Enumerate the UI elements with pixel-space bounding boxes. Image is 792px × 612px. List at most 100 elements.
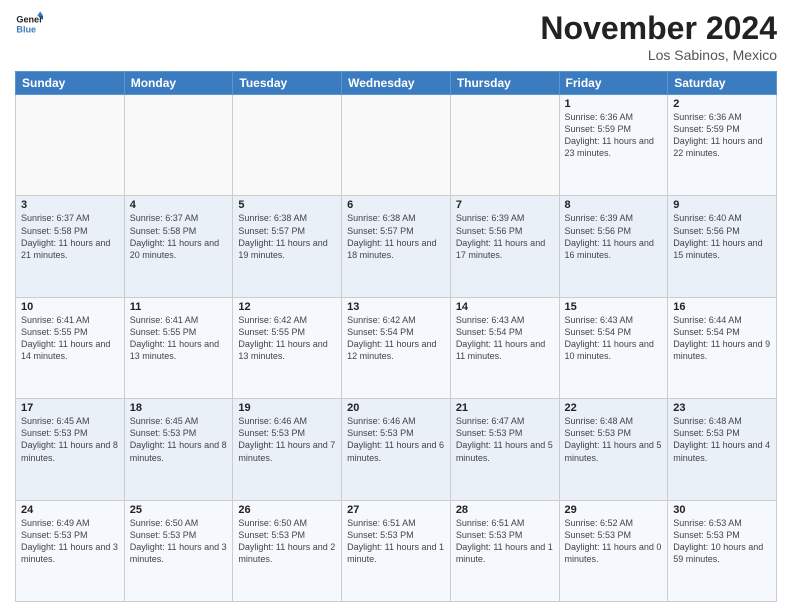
logo: General Blue bbox=[15, 10, 43, 38]
day-number: 20 bbox=[347, 402, 445, 414]
day-info: Sunrise: 6:48 AM Sunset: 5:53 PM Dayligh… bbox=[565, 415, 663, 464]
day-info: Sunrise: 6:45 AM Sunset: 5:53 PM Dayligh… bbox=[130, 415, 228, 464]
day-number: 26 bbox=[238, 504, 336, 516]
day-number: 18 bbox=[130, 402, 228, 414]
day-number: 21 bbox=[456, 402, 554, 414]
calendar-cell-3-5: 22Sunrise: 6:48 AM Sunset: 5:53 PM Dayli… bbox=[559, 399, 668, 500]
title-block: November 2024 Los Sabinos, Mexico bbox=[540, 10, 777, 63]
col-friday: Friday bbox=[559, 72, 668, 95]
svg-text:Blue: Blue bbox=[16, 24, 36, 34]
calendar-cell-4-3: 27Sunrise: 6:51 AM Sunset: 5:53 PM Dayli… bbox=[342, 500, 451, 601]
day-number: 7 bbox=[456, 199, 554, 211]
calendar-cell-3-1: 18Sunrise: 6:45 AM Sunset: 5:53 PM Dayli… bbox=[124, 399, 233, 500]
col-thursday: Thursday bbox=[450, 72, 559, 95]
calendar-cell-4-6: 30Sunrise: 6:53 AM Sunset: 5:53 PM Dayli… bbox=[668, 500, 777, 601]
day-number: 30 bbox=[673, 504, 771, 516]
day-number: 28 bbox=[456, 504, 554, 516]
calendar-cell-1-1: 4Sunrise: 6:37 AM Sunset: 5:58 PM Daylig… bbox=[124, 196, 233, 297]
day-number: 11 bbox=[130, 301, 228, 313]
calendar-cell-3-4: 21Sunrise: 6:47 AM Sunset: 5:53 PM Dayli… bbox=[450, 399, 559, 500]
location: Los Sabinos, Mexico bbox=[540, 47, 777, 63]
day-number: 24 bbox=[21, 504, 119, 516]
calendar-cell-2-5: 15Sunrise: 6:43 AM Sunset: 5:54 PM Dayli… bbox=[559, 297, 668, 398]
day-number: 10 bbox=[21, 301, 119, 313]
day-info: Sunrise: 6:49 AM Sunset: 5:53 PM Dayligh… bbox=[21, 517, 119, 566]
day-info: Sunrise: 6:41 AM Sunset: 5:55 PM Dayligh… bbox=[21, 314, 119, 363]
calendar-cell-3-3: 20Sunrise: 6:46 AM Sunset: 5:53 PM Dayli… bbox=[342, 399, 451, 500]
day-number: 29 bbox=[565, 504, 663, 516]
calendar-cell-2-4: 14Sunrise: 6:43 AM Sunset: 5:54 PM Dayli… bbox=[450, 297, 559, 398]
day-info: Sunrise: 6:52 AM Sunset: 5:53 PM Dayligh… bbox=[565, 517, 663, 566]
calendar-cell-3-0: 17Sunrise: 6:45 AM Sunset: 5:53 PM Dayli… bbox=[16, 399, 125, 500]
calendar-cell-1-0: 3Sunrise: 6:37 AM Sunset: 5:58 PM Daylig… bbox=[16, 196, 125, 297]
calendar-cell-4-0: 24Sunrise: 6:49 AM Sunset: 5:53 PM Dayli… bbox=[16, 500, 125, 601]
day-info: Sunrise: 6:37 AM Sunset: 5:58 PM Dayligh… bbox=[21, 212, 119, 261]
week-row-4: 24Sunrise: 6:49 AM Sunset: 5:53 PM Dayli… bbox=[16, 500, 777, 601]
calendar-header-row: Sunday Monday Tuesday Wednesday Thursday… bbox=[16, 72, 777, 95]
day-number: 13 bbox=[347, 301, 445, 313]
day-info: Sunrise: 6:44 AM Sunset: 5:54 PM Dayligh… bbox=[673, 314, 771, 363]
day-info: Sunrise: 6:37 AM Sunset: 5:58 PM Dayligh… bbox=[130, 212, 228, 261]
header: General Blue November 2024 Los Sabinos, … bbox=[15, 10, 777, 63]
col-wednesday: Wednesday bbox=[342, 72, 451, 95]
day-info: Sunrise: 6:38 AM Sunset: 5:57 PM Dayligh… bbox=[347, 212, 445, 261]
calendar-cell-0-1 bbox=[124, 95, 233, 196]
day-number: 14 bbox=[456, 301, 554, 313]
day-info: Sunrise: 6:51 AM Sunset: 5:53 PM Dayligh… bbox=[347, 517, 445, 566]
day-number: 4 bbox=[130, 199, 228, 211]
calendar-cell-2-0: 10Sunrise: 6:41 AM Sunset: 5:55 PM Dayli… bbox=[16, 297, 125, 398]
calendar-cell-4-2: 26Sunrise: 6:50 AM Sunset: 5:53 PM Dayli… bbox=[233, 500, 342, 601]
day-info: Sunrise: 6:51 AM Sunset: 5:53 PM Dayligh… bbox=[456, 517, 554, 566]
calendar-cell-1-5: 8Sunrise: 6:39 AM Sunset: 5:56 PM Daylig… bbox=[559, 196, 668, 297]
week-row-0: 1 Sunrise: 6:36 AM Sunset: 5:59 PM Daylig… bbox=[16, 95, 777, 196]
month-title: November 2024 bbox=[540, 10, 777, 47]
col-tuesday: Tuesday bbox=[233, 72, 342, 95]
day-info: Sunrise: 6:48 AM Sunset: 5:53 PM Dayligh… bbox=[673, 415, 771, 464]
day-number: 22 bbox=[565, 402, 663, 414]
day-number: 17 bbox=[21, 402, 119, 414]
day-number: 15 bbox=[565, 301, 663, 313]
day-number: 1 bbox=[565, 98, 663, 110]
day-info: Sunrise: 6:42 AM Sunset: 5:54 PM Dayligh… bbox=[347, 314, 445, 363]
day-info: Sunrise: 6:42 AM Sunset: 5:55 PM Dayligh… bbox=[238, 314, 336, 363]
calendar-cell-0-6: 2Sunrise: 6:36 AM Sunset: 5:59 PM Daylig… bbox=[668, 95, 777, 196]
calendar-cell-3-2: 19Sunrise: 6:46 AM Sunset: 5:53 PM Dayli… bbox=[233, 399, 342, 500]
day-info: Sunrise: 6:47 AM Sunset: 5:53 PM Dayligh… bbox=[456, 415, 554, 464]
page: General Blue November 2024 Los Sabinos, … bbox=[0, 0, 792, 612]
day-info: Sunrise: 6:50 AM Sunset: 5:53 PM Dayligh… bbox=[238, 517, 336, 566]
calendar-cell-2-1: 11Sunrise: 6:41 AM Sunset: 5:55 PM Dayli… bbox=[124, 297, 233, 398]
calendar-cell-1-3: 6Sunrise: 6:38 AM Sunset: 5:57 PM Daylig… bbox=[342, 196, 451, 297]
day-info: Sunrise: 6:46 AM Sunset: 5:53 PM Dayligh… bbox=[347, 415, 445, 464]
calendar-cell-1-6: 9Sunrise: 6:40 AM Sunset: 5:56 PM Daylig… bbox=[668, 196, 777, 297]
col-sunday: Sunday bbox=[16, 72, 125, 95]
calendar-cell-0-0 bbox=[16, 95, 125, 196]
col-monday: Monday bbox=[124, 72, 233, 95]
week-row-2: 10Sunrise: 6:41 AM Sunset: 5:55 PM Dayli… bbox=[16, 297, 777, 398]
calendar-cell-1-2: 5Sunrise: 6:38 AM Sunset: 5:57 PM Daylig… bbox=[233, 196, 342, 297]
day-info: Sunrise: 6:43 AM Sunset: 5:54 PM Dayligh… bbox=[565, 314, 663, 363]
day-info: Sunrise: 6:36 AM Sunset: 5:59 PM Dayligh… bbox=[673, 111, 771, 160]
calendar-cell-2-3: 13Sunrise: 6:42 AM Sunset: 5:54 PM Dayli… bbox=[342, 297, 451, 398]
day-info: Sunrise: 6:38 AM Sunset: 5:57 PM Dayligh… bbox=[238, 212, 336, 261]
day-number: 16 bbox=[673, 301, 771, 313]
col-saturday: Saturday bbox=[668, 72, 777, 95]
day-number: 2 bbox=[673, 98, 771, 110]
day-info: Sunrise: 6:41 AM Sunset: 5:55 PM Dayligh… bbox=[130, 314, 228, 363]
day-number: 8 bbox=[565, 199, 663, 211]
day-info: Sunrise: 6:45 AM Sunset: 5:53 PM Dayligh… bbox=[21, 415, 119, 464]
day-info: Sunrise: 6:40 AM Sunset: 5:56 PM Dayligh… bbox=[673, 212, 771, 261]
week-row-3: 17Sunrise: 6:45 AM Sunset: 5:53 PM Dayli… bbox=[16, 399, 777, 500]
day-info: Sunrise: 6:46 AM Sunset: 5:53 PM Dayligh… bbox=[238, 415, 336, 464]
calendar-cell-4-1: 25Sunrise: 6:50 AM Sunset: 5:53 PM Dayli… bbox=[124, 500, 233, 601]
logo-icon: General Blue bbox=[15, 10, 43, 38]
calendar-cell-2-2: 12Sunrise: 6:42 AM Sunset: 5:55 PM Dayli… bbox=[233, 297, 342, 398]
calendar-cell-0-2 bbox=[233, 95, 342, 196]
day-number: 3 bbox=[21, 199, 119, 211]
day-number: 12 bbox=[238, 301, 336, 313]
day-number: 6 bbox=[347, 199, 445, 211]
calendar-cell-2-6: 16Sunrise: 6:44 AM Sunset: 5:54 PM Dayli… bbox=[668, 297, 777, 398]
calendar-cell-3-6: 23Sunrise: 6:48 AM Sunset: 5:53 PM Dayli… bbox=[668, 399, 777, 500]
day-number: 5 bbox=[238, 199, 336, 211]
day-info: Sunrise: 6:39 AM Sunset: 5:56 PM Dayligh… bbox=[565, 212, 663, 261]
day-info: Sunrise: 6:39 AM Sunset: 5:56 PM Dayligh… bbox=[456, 212, 554, 261]
